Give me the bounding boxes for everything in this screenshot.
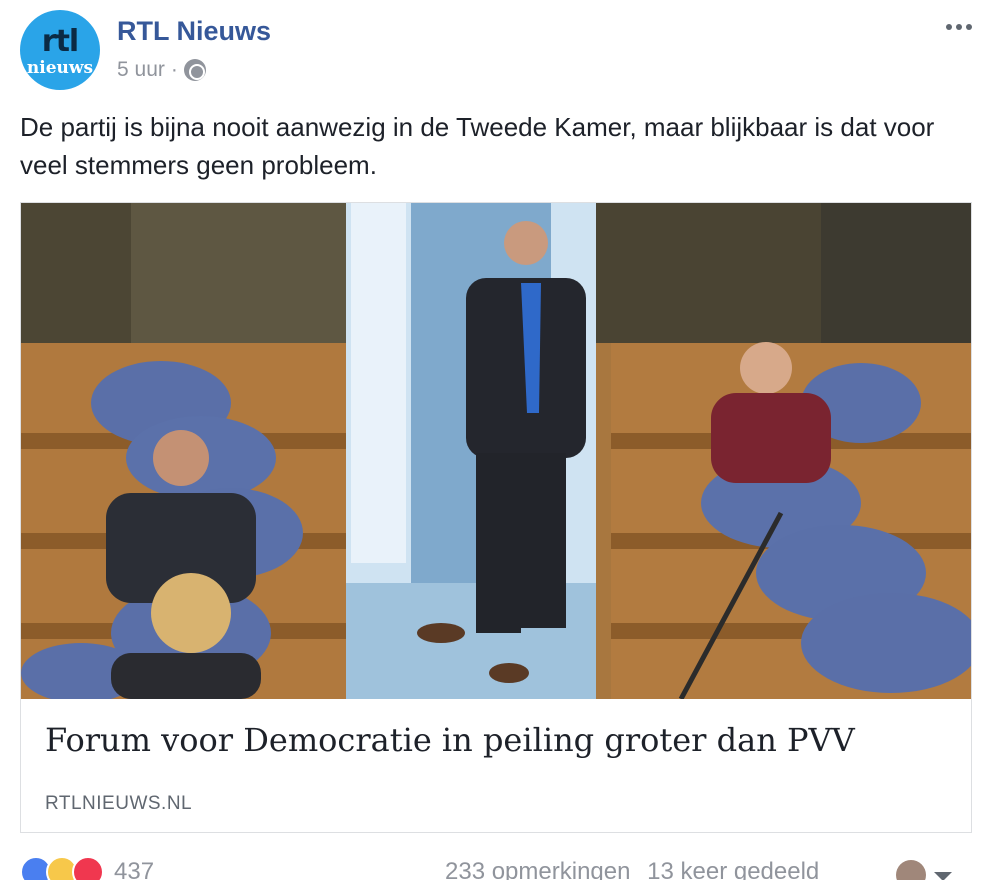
more-options-icon[interactable]: [946, 20, 976, 34]
love-reaction-icon: [72, 856, 104, 880]
link-preview-card[interactable]: Forum voor Democratie in peiling groter …: [20, 202, 972, 833]
page-avatar[interactable]: rtl nieuws: [20, 10, 100, 90]
avatar-logo-rtl: rtl: [41, 24, 79, 59]
post-text: De partij is bijna nooit aanwezig in de …: [20, 112, 935, 180]
chevron-down-icon[interactable]: [934, 872, 952, 880]
avatar-logo-nieuws: nieuws: [26, 58, 94, 78]
reaction-count: 437: [114, 858, 155, 880]
facebook-post: rtl nieuws RTL Nieuws 5 uur · De partij …: [0, 0, 982, 880]
shares-count-link[interactable]: 13 keer gedeeld: [647, 858, 819, 880]
viewer-avatar[interactable]: [896, 860, 926, 880]
link-title[interactable]: Forum voor Democratie in peiling groter …: [45, 721, 855, 759]
globe-icon[interactable]: [183, 59, 206, 81]
page-name-link[interactable]: RTL Nieuws: [117, 16, 271, 47]
reactions-summary[interactable]: 437: [20, 856, 154, 880]
parliament-photo: [21, 203, 971, 699]
meta-separator: ·: [170, 58, 178, 81]
post-meta: 5 uur ·: [117, 58, 206, 82]
post-time[interactable]: 5 uur: [117, 58, 165, 82]
link-preview-body: Forum voor Democratie in peiling groter …: [21, 699, 971, 832]
link-domain: RTLNIEUWS.NL: [45, 793, 193, 814]
comments-count-link[interactable]: 233 opmerkingen: [445, 858, 630, 880]
engagement-counts: 233 opmerkingen 13 keer gedeeld: [445, 858, 819, 880]
link-preview-image[interactable]: [21, 203, 971, 699]
